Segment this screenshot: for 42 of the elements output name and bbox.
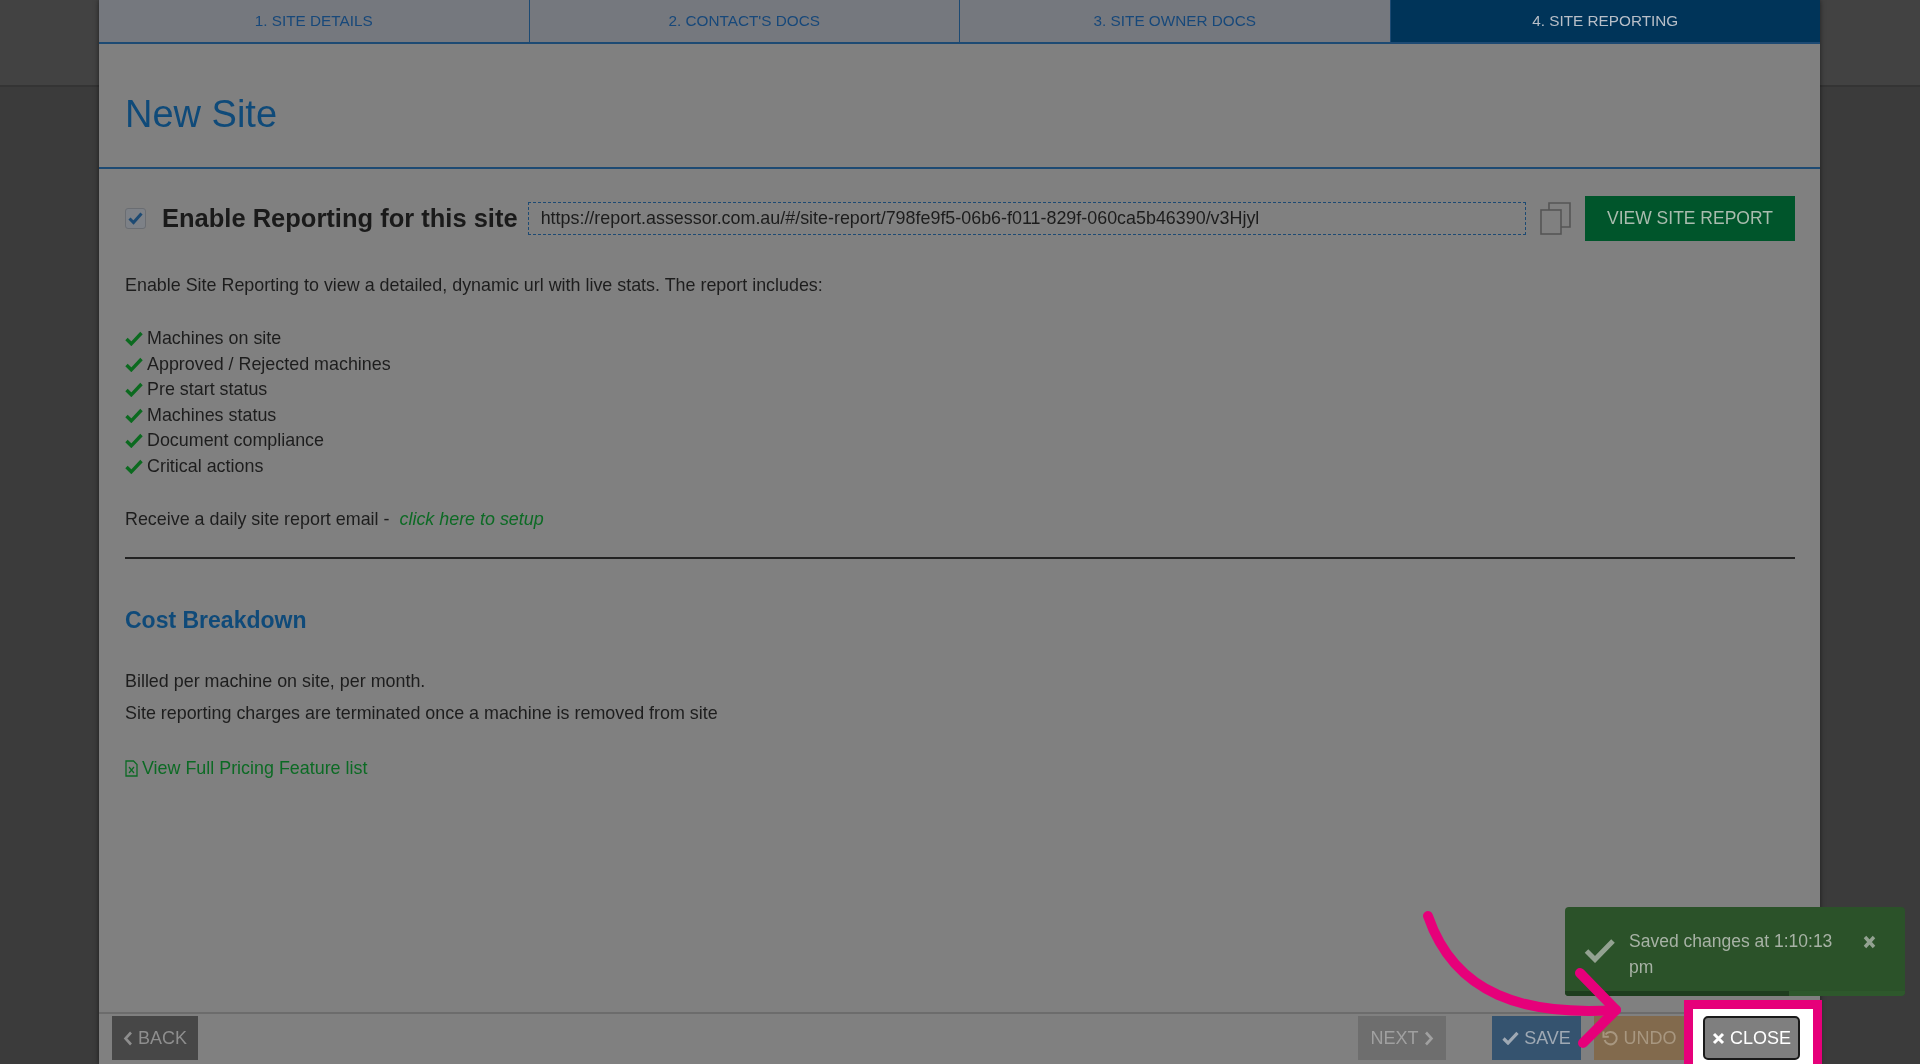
step-tab[interactable]: 1. SITE DETAILS — [99, 0, 530, 42]
checkmark-icon — [125, 458, 143, 474]
pricing-link[interactable]: View Full Pricing Feature list — [125, 755, 368, 782]
feature-item: Pre start status — [147, 378, 268, 402]
step-tab[interactable]: 3. SITE OWNER DOCS — [960, 0, 1391, 42]
info-text: Site reporting charges are terminated once a machine is removed from site — [125, 702, 719, 725]
copy-icon — [1540, 202, 1571, 235]
checkmark-icon — [125, 407, 143, 423]
checkmark-icon — [125, 356, 143, 372]
chevron-right-icon — [1423, 1030, 1434, 1046]
save-button[interactable]: SAVE — [1492, 1016, 1581, 1060]
undo-icon — [1601, 1029, 1619, 1047]
feature-item: Approved / Rejected machines — [147, 352, 391, 376]
setup-link[interactable]: click here to setup — [399, 509, 544, 529]
step-tab[interactable]: 2. CONTACT'S DOCS — [529, 0, 960, 42]
checkmark-icon — [125, 433, 143, 449]
info-text: Billed per machine on site, per month. — [125, 670, 427, 693]
feature-item: Machines status — [147, 403, 277, 427]
checkmark-icon — [128, 212, 143, 225]
checkmark-icon — [1584, 938, 1615, 963]
feature-item: Machines on site — [147, 327, 282, 351]
close-icon — [1712, 1031, 1725, 1045]
view-report-button[interactable]: VIEW SITE REPORT — [1585, 196, 1795, 241]
checkmark-icon — [125, 382, 143, 398]
checkmark-icon — [1502, 1031, 1520, 1045]
checkbox[interactable] — [125, 208, 146, 229]
checkmark-icon — [125, 331, 143, 347]
close-icon[interactable] — [1863, 935, 1876, 949]
step-tab[interactable]: 4. SITE REPORTING — [1390, 0, 1820, 42]
email-prompt-text: Receive a daily site report email - — [125, 509, 390, 529]
feature-item: Document compliance — [147, 429, 324, 453]
page-title: New Site — [125, 93, 278, 136]
back-button[interactable]: BACK — [112, 1016, 198, 1060]
intro-text: Enable Site Reporting to view a detailed, dynamic url with live stats. The report includes: — [125, 274, 824, 297]
chevron-left-icon — [123, 1030, 133, 1046]
close-button[interactable]: CLOSE — [1703, 1016, 1800, 1060]
checkbox-label: Enable Reporting for this site — [162, 203, 518, 235]
url-field[interactable]: https://report.assessor.com.au/#/site-report/798fe9f5-06b6-f011-829f-060ca5b46390/v3Hjyl — [527, 202, 1526, 235]
feature-item: Critical actions — [147, 454, 264, 478]
file-icon — [125, 759, 138, 777]
toast-message: Saved changes at 1:10:13 pm — [1629, 930, 1834, 979]
section-title: Cost Breakdown — [125, 607, 308, 634]
